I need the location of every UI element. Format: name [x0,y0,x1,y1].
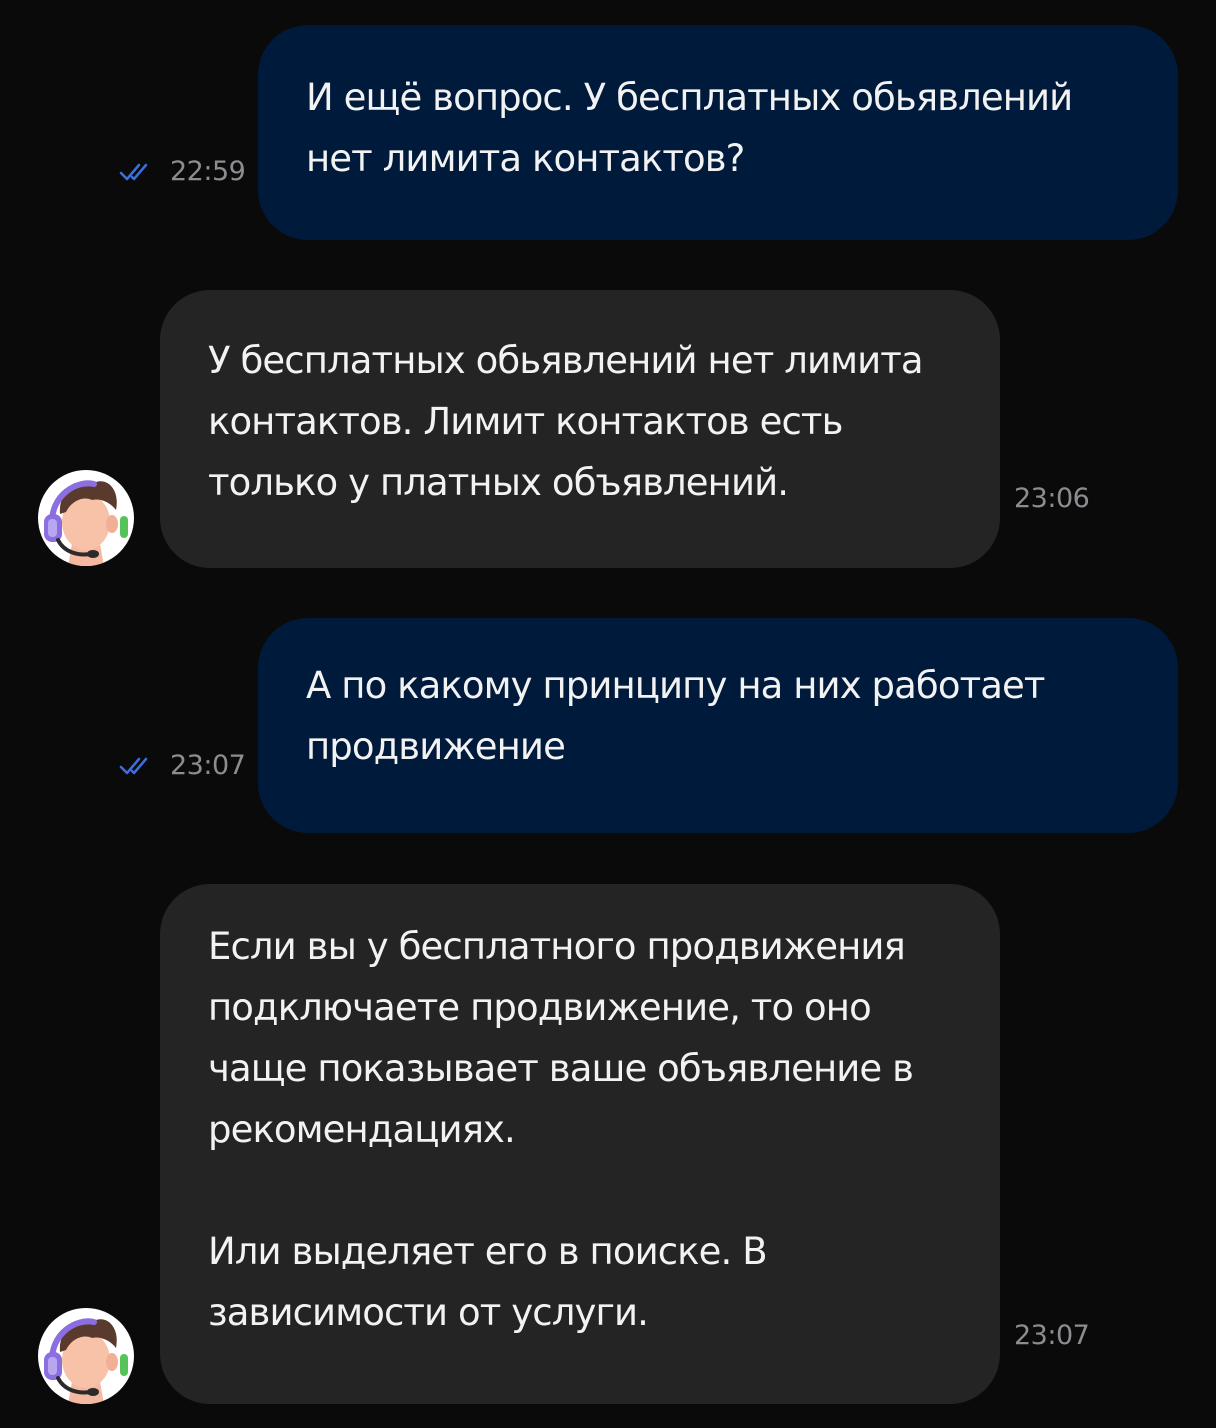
support-agent-avatar[interactable] [38,1308,134,1404]
support-agent-avatar[interactable] [38,470,134,566]
message-bubble[interactable]: И ещё вопрос. У бесплатных обьявлений не… [258,25,1178,240]
message-bubble[interactable]: У бесплатных обьявлений нет лимита конта… [160,290,1000,568]
message-bubble[interactable]: А по какому принципу на них работает про… [258,618,1178,833]
double-check-icon [119,756,155,776]
message-time: 22:59 [170,156,246,187]
double-check-icon [119,162,155,182]
message-time: 23:07 [170,750,246,781]
message-bubble[interactable]: Если вы у бесплатного продвижения подклю… [160,884,1000,1404]
message-time: 23:06 [1014,483,1090,514]
message-time: 23:07 [1014,1320,1090,1351]
